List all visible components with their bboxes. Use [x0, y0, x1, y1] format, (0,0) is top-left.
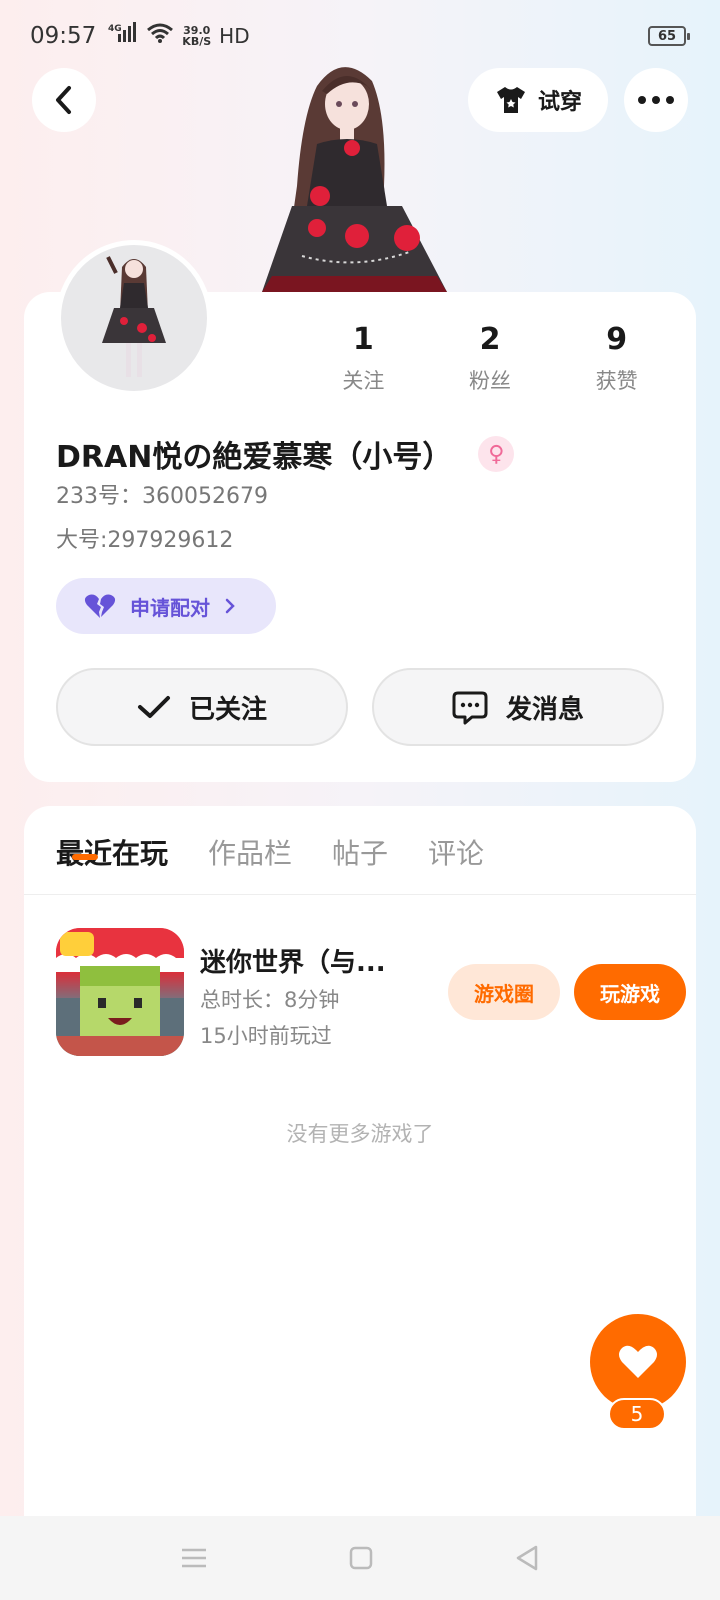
check-icon [137, 696, 170, 718]
follow-label: 已关注 [188, 694, 267, 725]
game-circle-button[interactable]: 游戏圈 [448, 964, 560, 1020]
username-row: DRAN悦の絶爱慕寒（小号） ♀ [56, 432, 515, 476]
female-gender-icon: ♀ [478, 436, 515, 472]
game-title: 迷你世界（与... [200, 948, 386, 978]
hd-indicator: HD [219, 24, 250, 48]
follow-button[interactable]: 已关注 [56, 668, 348, 746]
tab-active-indicator [72, 854, 98, 860]
stat-label: 关注 [342, 369, 385, 393]
stat-label: 粉丝 [469, 369, 511, 393]
chevron-left-icon [56, 86, 71, 114]
user-id: 233号：360052679 [56, 484, 268, 509]
wifi-icon [146, 22, 174, 50]
play-game-button[interactable]: 玩游戏 [574, 964, 686, 1020]
like-count-badge: 5 [608, 1398, 666, 1430]
chat-bubble-icon [452, 691, 488, 725]
tab-works[interactable]: 作品栏 [208, 832, 292, 872]
tab-posts[interactable]: 帖子 [332, 832, 388, 872]
home-square-icon[interactable] [348, 1545, 374, 1571]
stat-likes[interactable]: 9 获赞 [553, 322, 680, 395]
profile-stats: 1 关注 2 粉丝 9 获赞 [300, 322, 680, 395]
system-nav-bar [0, 1516, 720, 1600]
network-type: 4G [108, 24, 122, 34]
send-message-button[interactable]: 发消息 [372, 668, 664, 746]
back-button[interactable] [32, 68, 96, 132]
no-more-games-text: 没有更多游戏了 [286, 1122, 434, 1146]
avatar-figure-image [102, 256, 166, 377]
tab-recently-played[interactable]: 最近在玩 [56, 832, 168, 872]
stat-fans[interactable]: 2 粉丝 [427, 322, 554, 395]
stat-value: 2 [479, 322, 501, 357]
network-speed: 39.0 KB/S [182, 24, 212, 48]
game-icon [56, 928, 184, 1056]
battery-icon: 65 [648, 26, 690, 46]
tab-comments[interactable]: 评论 [428, 832, 484, 872]
menu-icon[interactable] [180, 1546, 208, 1570]
avatar-banner-image [262, 56, 462, 293]
stat-value: 1 [352, 322, 374, 357]
main-account-id: 大号:297929612 [56, 528, 234, 553]
try-on-label: 试穿 [537, 90, 582, 115]
stat-label: 获赞 [595, 369, 638, 393]
tshirt-icon [496, 87, 525, 113]
status-time: 09:57 [30, 23, 97, 49]
broken-heart-icon [84, 594, 116, 618]
avatar[interactable] [56, 240, 212, 396]
stat-following[interactable]: 1 关注 [300, 322, 427, 395]
more-button[interactable] [624, 68, 688, 132]
heart-icon [619, 1345, 657, 1378]
back-triangle-icon[interactable] [514, 1544, 540, 1572]
game-playtime: 总时长：8分钟 [200, 988, 340, 1012]
content-card: 最近在玩 作品栏 帖子 评论 迷你世界（与... 总时长：8分钟 15小时前玩过… [24, 806, 696, 1516]
game-list-item[interactable]: 迷你世界（与... 总时长：8分钟 15小时前玩过 游戏圈 玩游戏 [56, 928, 686, 1056]
request-pair-label: 申请配对 [130, 595, 210, 620]
request-pair-button[interactable]: 申请配对 [56, 578, 276, 634]
try-on-button[interactable]: 试穿 [468, 68, 608, 132]
send-message-label: 发消息 [505, 694, 584, 725]
like-button[interactable] [590, 1314, 686, 1410]
chevron-right-icon [225, 598, 235, 614]
username: DRAN悦の絶爱慕寒（小号） [56, 440, 453, 475]
more-dots-icon [638, 96, 674, 104]
divider [24, 894, 696, 895]
signal-icon: 4G [108, 22, 138, 50]
tab-bar: 最近在玩 作品栏 帖子 评论 [56, 832, 484, 872]
stat-value: 9 [606, 322, 628, 357]
game-last-played: 15小时前玩过 [200, 1024, 332, 1048]
